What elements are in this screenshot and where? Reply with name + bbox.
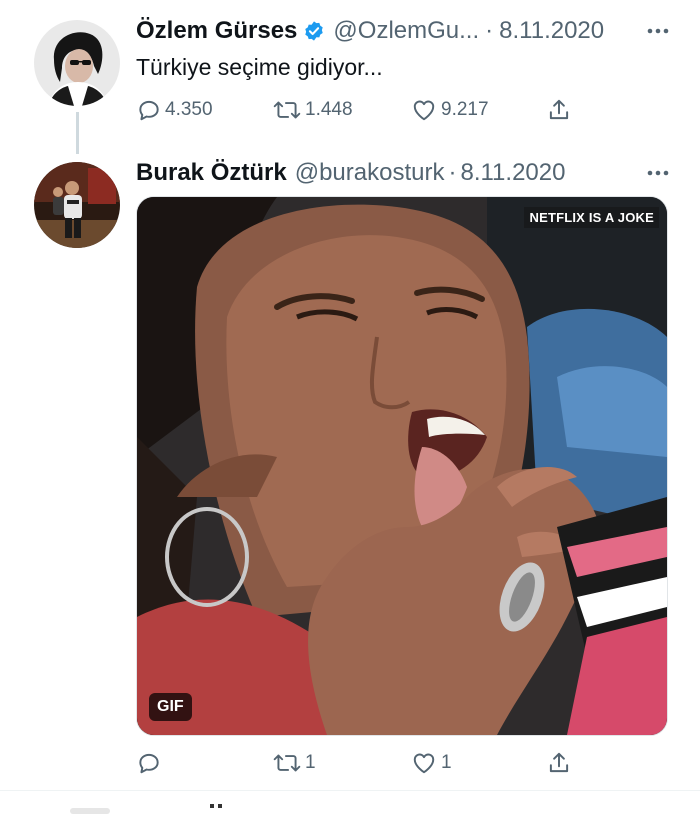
tweet-text: Türkiye seçime gidiyor... xyxy=(136,54,383,80)
more-dots-icon[interactable] xyxy=(646,156,670,190)
reply-button[interactable] xyxy=(136,746,165,780)
verified-badge-icon xyxy=(303,20,325,42)
tweet-header: Özlem Gürses @OzlemGu... · 8.11.2020 xyxy=(136,14,670,48)
gif-frame-image xyxy=(137,197,667,735)
more-dots-icon[interactable] xyxy=(646,14,670,48)
reply-icon xyxy=(139,100,159,121)
gif-badge[interactable]: GIF xyxy=(149,693,192,721)
like-count: 9.217 xyxy=(441,99,489,120)
retweet-icon xyxy=(273,754,301,772)
reply-button[interactable]: 4.350 xyxy=(136,93,213,127)
author-name[interactable]: Özlem Gürses xyxy=(136,17,297,45)
tweet-header: Burak Öztürk @burakosturk · 8.11.2020 xyxy=(136,156,670,190)
author-handle[interactable]: @burakosturk xyxy=(295,159,445,187)
retweet-count: 1 xyxy=(305,752,316,773)
reply-icon xyxy=(139,753,159,774)
like-count: 1 xyxy=(441,752,452,773)
avatar-burak[interactable] xyxy=(34,162,120,248)
tweet-actions: 1 1 xyxy=(136,746,576,780)
next-tweet-peek xyxy=(60,798,240,814)
tweet-media-gif[interactable]: NETFLIX IS A JOKE GIF xyxy=(136,196,668,736)
tweet-actions: 4.350 1.448 9.217 xyxy=(136,93,576,127)
share-icon xyxy=(549,99,569,120)
retweet-count: 1.448 xyxy=(305,99,353,120)
thread-line xyxy=(76,112,79,154)
retweet-icon xyxy=(273,101,301,119)
tweet-ozlem[interactable]: Özlem Gürses @OzlemGu... · 8.11.2020 Tür… xyxy=(0,0,700,154)
netflix-watermark: NETFLIX IS A JOKE xyxy=(524,207,659,228)
share-button[interactable] xyxy=(546,93,575,127)
separator-dot: · xyxy=(448,159,457,186)
tweet-date[interactable]: 8.11.2020 xyxy=(499,17,604,45)
retweet-button[interactable]: 1 xyxy=(272,746,316,780)
avatar-ozlem[interactable] xyxy=(34,20,120,106)
like-button[interactable]: 9.217 xyxy=(410,93,489,127)
share-button[interactable] xyxy=(546,746,575,780)
tweet-divider xyxy=(0,790,700,791)
author-name[interactable]: Burak Öztürk xyxy=(136,159,287,187)
timeline: Özlem Gürses @OzlemGu... · 8.11.2020 Tür… xyxy=(0,0,700,814)
retweet-button[interactable]: 1.448 xyxy=(272,93,353,127)
reply-count: 4.350 xyxy=(165,99,213,120)
like-button[interactable]: 1 xyxy=(410,746,452,780)
heart-icon xyxy=(413,100,435,121)
heart-icon xyxy=(413,753,435,774)
share-icon xyxy=(549,752,569,773)
tweet-date[interactable]: 8.11.2020 xyxy=(460,159,565,187)
tweet-burak[interactable]: Burak Öztürk @burakosturk · 8.11.2020 NE… xyxy=(0,150,700,790)
separator-dot: · xyxy=(485,17,494,44)
author-handle[interactable]: @OzlemGu... xyxy=(333,17,479,45)
